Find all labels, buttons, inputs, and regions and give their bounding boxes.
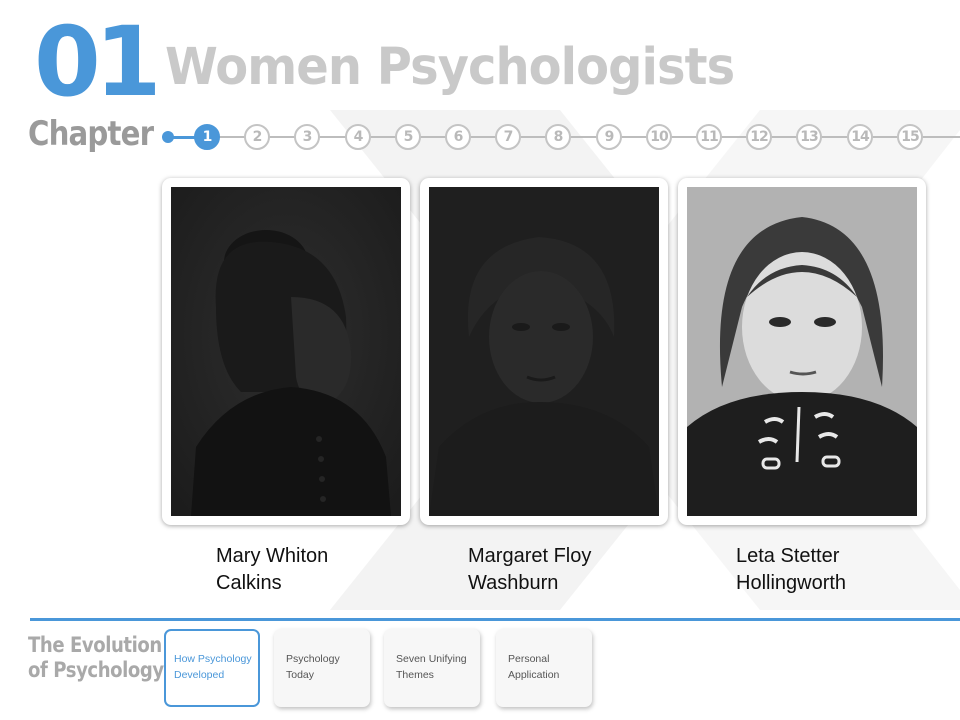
photo-card-washburn xyxy=(420,178,668,525)
portrait-image xyxy=(687,187,917,516)
chapter-number: 01 xyxy=(34,6,162,118)
section-tab-how-psychology-developed[interactable]: How Psychology Developed xyxy=(164,629,260,707)
chapter-dot-10[interactable]: 10 xyxy=(646,124,672,150)
section-tab-personal-application[interactable]: Personal Application xyxy=(496,629,592,707)
section-tab-psychology-today[interactable]: Psychology Today xyxy=(274,629,370,707)
photo-caption: Mary Whiton Calkins xyxy=(216,545,329,594)
section-divider xyxy=(30,618,960,621)
page-title: Women Psychologists xyxy=(165,38,735,97)
chapter-dot-2[interactable]: 2 xyxy=(244,124,270,150)
chapter-dot-6[interactable]: 6 xyxy=(445,124,471,150)
chapter-dot-3[interactable]: 3 xyxy=(294,124,320,150)
book-title: The Evolution of Psychology xyxy=(28,633,164,682)
chapter-dot-9[interactable]: 9 xyxy=(596,124,622,150)
timeline-progress xyxy=(172,136,196,139)
section-tab-seven-unifying-themes[interactable]: Seven Unifying Themes xyxy=(384,629,480,707)
chapter-label: Chapter xyxy=(28,114,154,154)
chapter-dot-13[interactable]: 13 xyxy=(796,124,822,150)
photo-card-calkins xyxy=(162,178,410,525)
chapter-dot-1[interactable]: 1 xyxy=(194,124,220,150)
portrait-image xyxy=(429,187,659,516)
photo-card-hollingworth xyxy=(678,178,926,525)
chapter-dot-12[interactable]: 12 xyxy=(746,124,772,150)
chapter-dot-14[interactable]: 14 xyxy=(847,124,873,150)
chapter-dot-8[interactable]: 8 xyxy=(545,124,571,150)
portrait-image xyxy=(171,187,401,516)
chapter-dot-5[interactable]: 5 xyxy=(395,124,421,150)
chapter-dot-11[interactable]: 11 xyxy=(696,124,722,150)
photo-caption: Margaret Floy Washburn xyxy=(468,545,592,594)
chapter-dot-15[interactable]: 15 xyxy=(897,124,923,150)
photo-caption: Leta Stetter Hollingworth xyxy=(736,545,847,594)
timeline-start-dot xyxy=(162,131,174,143)
chapter-dot-7[interactable]: 7 xyxy=(495,124,521,150)
chapter-dot-4[interactable]: 4 xyxy=(345,124,371,150)
